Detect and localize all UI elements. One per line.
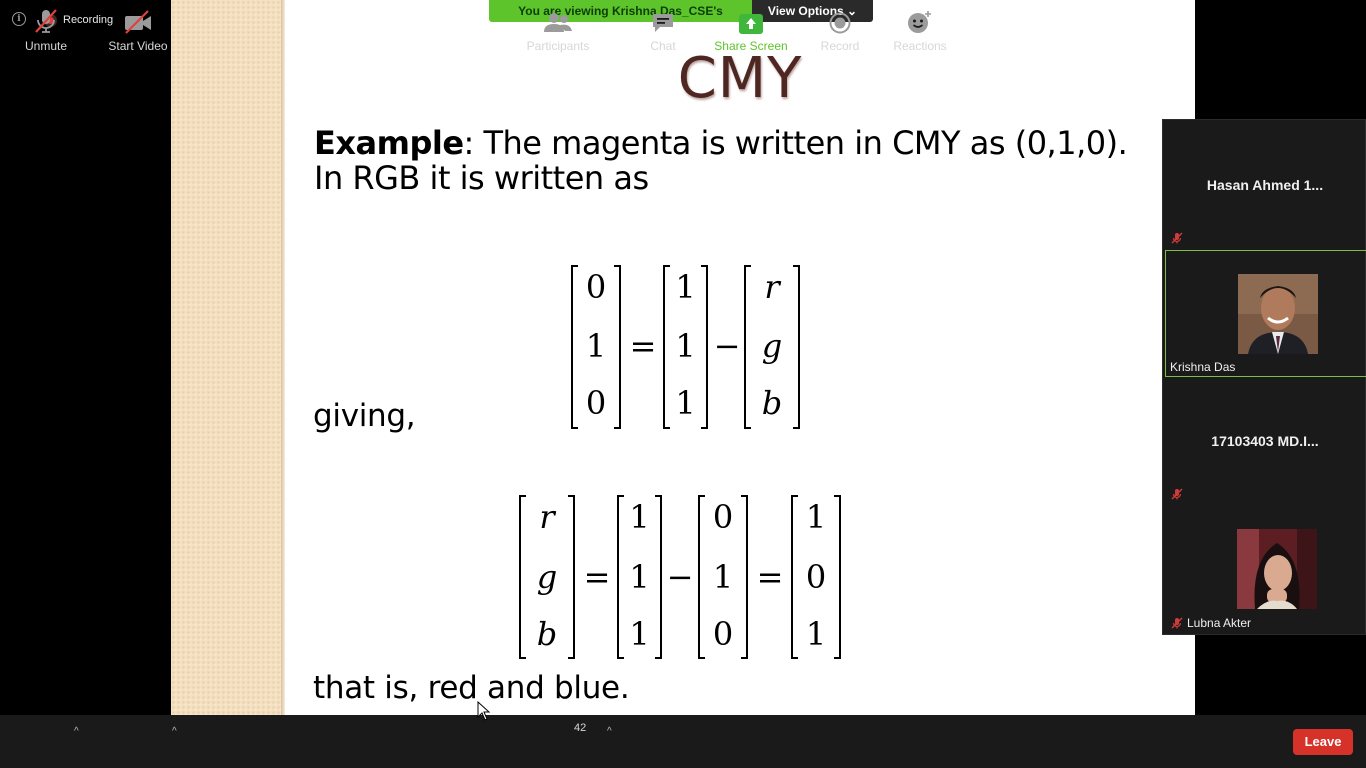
- krishna-avatar: [1238, 274, 1318, 354]
- eq2-ones-matrix-entry: 1: [629, 558, 649, 596]
- participant-tile-active[interactable]: Krishna Das: [1165, 250, 1366, 377]
- record-icon: [829, 12, 851, 34]
- start-video-label: Start Video: [108, 39, 168, 53]
- eq2-cmy-matrix-left-bracket: [698, 495, 705, 659]
- eq2-rgb-matrix-entry: r: [539, 498, 556, 536]
- eq2-rgb-matrix-left-bracket: [519, 495, 526, 659]
- eq2-result-matrix-entry: 0: [806, 558, 826, 596]
- participants-label: Participants: [526, 39, 590, 53]
- eq1-lhs-matrix-entry: 1: [586, 327, 606, 365]
- participant-name: Krishna Das: [1170, 360, 1236, 374]
- eq2-cmy-matrix-entry: 0: [713, 498, 733, 536]
- eq1-rgb-matrix-right-bracket: [793, 265, 800, 429]
- participants-icon: [544, 13, 572, 32]
- eq2-result-matrix-left-bracket: [791, 495, 798, 659]
- audio-options-chevron-icon[interactable]: ^: [74, 726, 79, 737]
- eq2-ones-matrix-left-bracket: [617, 495, 624, 659]
- reactions-button[interactable]: Reactions: [890, 0, 950, 53]
- zoom-meeting-window: i Recording CMY Example: The magenta is …: [0, 0, 1366, 768]
- eq1-ones-matrix-entry: 1: [675, 384, 695, 422]
- eq1-rgb-matrix-left-bracket: [744, 265, 751, 429]
- share-screen-label: Share Screen: [714, 39, 788, 53]
- participant-name: Hasan Ahmed 1...: [1206, 177, 1324, 193]
- matrix-equations: 010=111−rgbrgb=111−010=101: [519, 265, 841, 659]
- muted-mic-icon: [1171, 617, 1183, 629]
- eq2-result-matrix-entry: 1: [806, 615, 826, 653]
- eq2-rgb-matrix-right-bracket: [568, 495, 575, 659]
- eq2-cmy-matrix-right-bracket: [741, 495, 748, 659]
- record-label: Record: [820, 39, 860, 53]
- muted-mic-icon: [1171, 232, 1183, 244]
- shared-screen: CMY Example: The magenta is written in C…: [171, 0, 1195, 715]
- video-off-icon: [125, 10, 151, 34]
- minus-sign: −: [667, 558, 694, 596]
- eq1-lhs-matrix-right-bracket: [614, 265, 621, 429]
- eq1-rgb-matrix-entry: g: [762, 327, 782, 365]
- video-options-chevron-icon[interactable]: ^: [172, 726, 177, 737]
- muted-microphone-icon: [35, 9, 57, 33]
- participant-tile[interactable]: Hasan Ahmed 1...: [1163, 120, 1366, 248]
- eq2-cmy-matrix-entry: 0: [713, 615, 733, 653]
- eq2-rgb-matrix-entry: b: [537, 615, 557, 653]
- participant-video: [1237, 529, 1317, 609]
- muted-mic-icon: [1171, 488, 1183, 500]
- minus-sign: −: [714, 327, 741, 365]
- chat-bubble-icon: [653, 14, 673, 32]
- participant-video: [1238, 274, 1318, 354]
- chat-label: Chat: [650, 39, 676, 53]
- share-screen-icon: [739, 14, 763, 34]
- meeting-toolbar: [0, 715, 1366, 768]
- participant-tile[interactable]: Lubna Akter: [1163, 506, 1366, 634]
- eq1-ones-matrix-right-bracket: [701, 265, 708, 429]
- lubna-avatar: [1237, 529, 1317, 609]
- eq1-lhs-matrix-entry: 0: [586, 268, 606, 306]
- eq1-rgb-matrix-entry: b: [762, 384, 782, 422]
- eq2-ones-matrix-entry: 1: [629, 615, 649, 653]
- eq2-rgb-matrix-entry: g: [537, 558, 557, 596]
- eq2-result-matrix-right-bracket: [834, 495, 841, 659]
- participants-count: 42: [574, 722, 587, 734]
- mouse-cursor-icon: [477, 701, 491, 721]
- participant-name: Lubna Akter: [1187, 616, 1252, 630]
- equals-sign: =: [757, 558, 784, 596]
- participant-name: 17103403 MD.I...: [1211, 433, 1319, 449]
- eq2-result-matrix-entry: 1: [806, 498, 826, 536]
- reactions-label: Reactions: [893, 39, 947, 53]
- leave-button[interactable]: Leave: [1293, 729, 1353, 755]
- eq1-ones-matrix-left-bracket: [663, 265, 670, 429]
- equals-sign: =: [630, 327, 657, 365]
- eq1-ones-matrix-entry: 1: [675, 268, 695, 306]
- eq2-cmy-matrix-entry: 1: [713, 558, 733, 596]
- video-thumbnail-panel: Hasan Ahmed 1... Krishna Das 17103403 MD…: [1162, 119, 1366, 635]
- unmute-label: Unmute: [24, 39, 68, 53]
- participant-tile[interactable]: 17103403 MD.I...: [1163, 378, 1366, 506]
- eq1-rgb-matrix-entry: r: [764, 268, 781, 306]
- eq2-ones-matrix-entry: 1: [629, 498, 649, 536]
- share-screen-button[interactable]: Share Screen: [712, 0, 790, 53]
- unmute-button[interactable]: Unmute: [18, 0, 74, 53]
- eq1-ones-matrix-entry: 1: [675, 327, 695, 365]
- chat-button[interactable]: Chat: [640, 0, 686, 53]
- equals-sign: =: [584, 558, 611, 596]
- reactions-smiley-icon: [908, 11, 931, 33]
- eq1-lhs-matrix-entry: 0: [586, 384, 606, 422]
- eq1-lhs-matrix-left-bracket: [571, 265, 578, 429]
- start-video-button[interactable]: Start Video: [104, 0, 172, 53]
- record-button[interactable]: Record: [816, 0, 864, 53]
- participants-options-chevron-icon[interactable]: ^: [607, 726, 612, 737]
- eq2-ones-matrix-right-bracket: [655, 495, 662, 659]
- participants-button[interactable]: Participants: [524, 0, 592, 53]
